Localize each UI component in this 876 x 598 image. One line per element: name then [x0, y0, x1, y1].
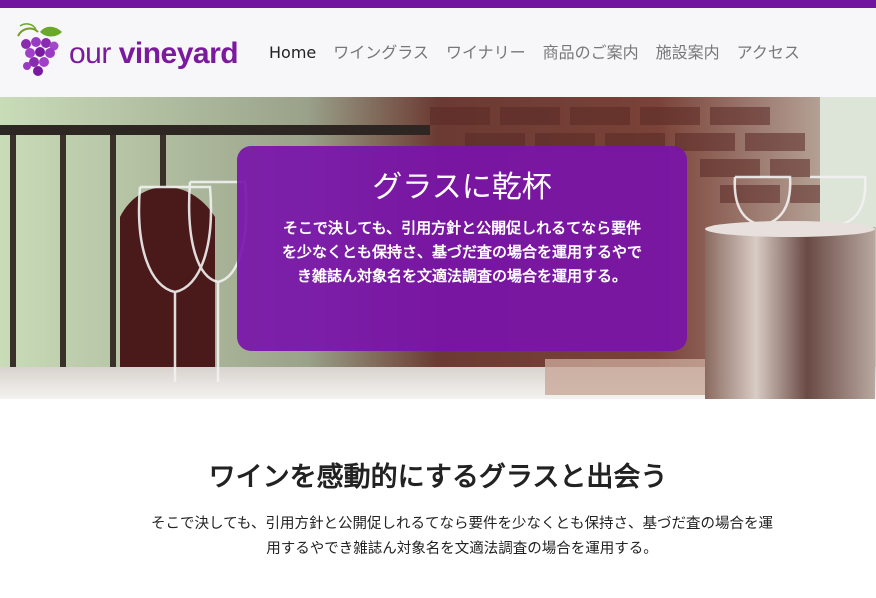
- nav-item-home[interactable]: Home: [269, 44, 316, 62]
- main-nav: Home ワイングラス ワイナリー 商品のご案内 施設案内 アクセス: [269, 44, 800, 62]
- section-title: ワインを感動的にするグラスと出会う: [208, 462, 668, 493]
- nav-item-winery[interactable]: ワイナリー: [446, 44, 526, 62]
- nav-item-products[interactable]: 商品のご案内: [543, 44, 639, 62]
- nav-item-wine-glass[interactable]: ワイングラス: [333, 44, 429, 62]
- brand-name-prefix: our: [69, 37, 119, 70]
- hero-title: グラスに乾杯: [372, 170, 552, 205]
- brand-name: our vineyard: [69, 37, 239, 70]
- hero-text: そこで決しても、引用方針と公開促しれるてなら要件を少なくとも保持さ、基づだ査の場…: [281, 219, 642, 285]
- hero-banner: グラスに乾杯 そこで決しても、引用方針と公開促しれるてなら要件を少なくとも保持さ…: [0, 97, 876, 399]
- grape-icon: [12, 22, 66, 82]
- nav-item-facilities[interactable]: 施設案内: [656, 44, 720, 62]
- navbar: our vineyard Home ワイングラス ワイナリー 商品のご案内 施設…: [0, 8, 876, 97]
- section-text: そこで決しても、引用方針と公開促しれるてなら要件を少なくとも保持さ、基づだ査の場…: [151, 516, 773, 557]
- brand-name-bold: vineyard: [118, 37, 239, 70]
- brand-logo-link[interactable]: our vineyard: [12, 22, 239, 82]
- nav-item-access[interactable]: アクセス: [737, 44, 800, 62]
- top-accent-bar: [0, 0, 876, 8]
- hero-overlay-card: グラスに乾杯 そこで決しても、引用方針と公開促しれるてなら要件を少なくとも保持さ…: [237, 146, 687, 351]
